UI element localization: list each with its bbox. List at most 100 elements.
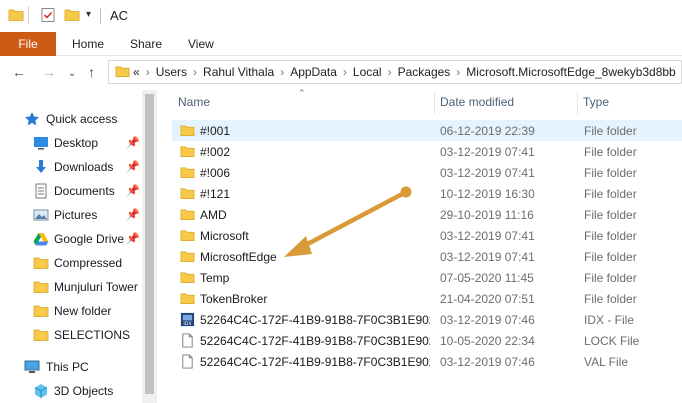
sidebar-item-downloads[interactable]: Downloads 📌 xyxy=(0,156,142,178)
sidebar-item-label: Downloads xyxy=(54,160,114,174)
file-row[interactable]: #!001 06-12-2019 22:39 File folder xyxy=(172,120,682,141)
file-row[interactable]: AMD 29-10-2019 11:16 File folder xyxy=(172,204,682,225)
file-type: File folder xyxy=(584,145,637,159)
file-date-modified: 10-05-2020 22:34 xyxy=(440,334,535,348)
back-arrow-icon[interactable]: ← xyxy=(12,64,26,80)
file-name: Temp xyxy=(200,271,230,285)
folder-icon xyxy=(33,303,49,319)
file-type: File folder xyxy=(584,250,637,264)
new-folder-icon[interactable] xyxy=(64,7,80,26)
column-header-type[interactable]: Type xyxy=(577,88,682,116)
file-row[interactable]: #!006 03-12-2019 07:41 File folder xyxy=(172,162,682,183)
file-row[interactable]: Temp 07-05-2020 11:45 File folder xyxy=(172,267,682,288)
file-name: Microsoft xyxy=(200,229,249,243)
sidebar-item-label: Pictures xyxy=(54,208,98,222)
file-name: #!001 xyxy=(200,124,231,138)
file-name: 52264C4C-172F-41B9-91B8-7F0C3B1E902... xyxy=(200,334,430,348)
breadcrumb-appdata[interactable]: AppData xyxy=(290,65,337,79)
sidebar-item-munjuluri-tower[interactable]: Munjuluri Tower xyxy=(0,276,142,298)
folder-icon xyxy=(180,123,195,138)
breadcrumb-packages[interactable]: Packages xyxy=(398,65,451,79)
file-date-modified: 03-12-2019 07:41 xyxy=(440,145,535,159)
sidebar-item-pictures[interactable]: Pictures 📌 xyxy=(0,204,142,226)
file-row[interactable]: MicrosoftEdge 03-12-2019 07:41 File folder xyxy=(172,246,682,267)
chevron-right-icon[interactable]: › xyxy=(456,65,460,79)
properties-icon[interactable] xyxy=(40,7,56,26)
sidebar-item-3d-objects[interactable]: 3D Objects xyxy=(0,380,142,402)
file-row[interactable]: #!121 10-12-2019 16:30 File folder xyxy=(172,183,682,204)
file-row[interactable]: IDX 52264C4C-172F-41B9-91B8-7F0C3B1E902..… xyxy=(172,309,682,330)
file-row[interactable]: TokenBroker 21-04-2020 07:51 File folder xyxy=(172,288,682,309)
recent-locations-icon[interactable]: ⌄ xyxy=(68,66,76,82)
column-header-name[interactable]: Name xyxy=(172,88,435,116)
sidebar-item-selections[interactable]: SELECTIONS xyxy=(0,324,142,346)
customize-toolbar-icon[interactable]: ▾ xyxy=(86,9,91,20)
file-name: #!006 xyxy=(200,166,231,180)
pin-icon[interactable]: 📌 xyxy=(126,160,140,173)
forward-arrow-icon[interactable]: → xyxy=(42,64,56,80)
idx-file-icon: IDX xyxy=(180,312,195,327)
sidebar-item-desktop[interactable]: Desktop 📌 xyxy=(0,132,142,154)
address-bar[interactable]: « › Users › Rahul Vithala › AppData › Lo… xyxy=(108,60,682,84)
this-pc-icon xyxy=(24,359,40,375)
sidebar-item-label: New folder xyxy=(54,304,112,318)
file-type: File folder xyxy=(584,229,637,243)
sidebar-item-label: This PC xyxy=(46,360,89,374)
file-name: AMD xyxy=(200,208,227,222)
navigation-pane-scrollbar[interactable] xyxy=(142,90,157,403)
folder-icon xyxy=(33,255,49,271)
sidebar-item-label: Quick access xyxy=(46,112,118,126)
tab-home[interactable]: Home xyxy=(72,37,104,51)
tab-share[interactable]: Share xyxy=(130,37,162,51)
tab-file[interactable]: File xyxy=(0,32,56,56)
file-icon xyxy=(180,354,195,369)
file-row[interactable]: 52264C4C-172F-41B9-91B8-7F0C3B1E902... 03… xyxy=(172,351,682,372)
file-row[interactable]: Microsoft 03-12-2019 07:41 File folder xyxy=(172,225,682,246)
sidebar-item-label: SELECTIONS xyxy=(54,328,131,342)
sidebar-item-this-pc[interactable]: This PC xyxy=(0,356,142,378)
breadcrumb-users[interactable]: Users xyxy=(156,65,187,79)
file-row[interactable]: #!002 03-12-2019 07:41 File folder xyxy=(172,141,682,162)
file-name: #!002 xyxy=(200,145,231,159)
tab-view[interactable]: View xyxy=(188,37,214,51)
scrollbar-thumb[interactable] xyxy=(145,94,154,394)
folder-icon xyxy=(180,249,195,264)
chevron-right-icon[interactable]: › xyxy=(343,65,347,79)
pin-icon[interactable]: 📌 xyxy=(126,184,140,197)
column-header-date-modified[interactable]: Date modified xyxy=(434,88,578,116)
file-name: MicrosoftEdge xyxy=(200,250,277,264)
chevron-right-icon[interactable]: › xyxy=(146,65,150,79)
chevron-right-icon[interactable]: › xyxy=(280,65,284,79)
folder-icon xyxy=(180,144,195,159)
chevron-right-icon[interactable]: › xyxy=(388,65,392,79)
pin-icon[interactable]: 📌 xyxy=(126,208,140,221)
title-divider xyxy=(100,8,101,24)
sidebar-item-new-folder[interactable]: New folder xyxy=(0,300,142,322)
sidebar-item-label: Munjuluri Tower xyxy=(54,280,138,294)
folder-icon[interactable] xyxy=(8,7,24,26)
sidebar-item-compressed[interactable]: Compressed xyxy=(0,252,142,274)
sidebar-item-google-drive[interactable]: Google Drive 📌 xyxy=(0,228,142,250)
breadcrumb-edge-package[interactable]: Microsoft.MicrosoftEdge_8wekyb3d8bb xyxy=(466,65,675,79)
sidebar-item-quick-access[interactable]: Quick access xyxy=(0,108,142,130)
pin-icon[interactable]: 📌 xyxy=(126,136,140,149)
pictures-icon xyxy=(33,207,49,223)
file-name: #!121 xyxy=(200,187,231,201)
file-name: 52264C4C-172F-41B9-91B8-7F0C3B1E902... xyxy=(200,313,430,327)
file-name: 52264C4C-172F-41B9-91B8-7F0C3B1E902... xyxy=(200,355,430,369)
folder-icon xyxy=(180,291,195,306)
file-row[interactable]: 52264C4C-172F-41B9-91B8-7F0C3B1E902... 10… xyxy=(172,330,682,351)
breadcrumb-overflow[interactable]: « xyxy=(133,65,140,79)
breadcrumb-local[interactable]: Local xyxy=(353,65,382,79)
ribbon-tabs: File Home Share View xyxy=(0,32,682,56)
chevron-right-icon[interactable]: › xyxy=(193,65,197,79)
breadcrumb-user[interactable]: Rahul Vithala xyxy=(203,65,274,79)
folder-icon xyxy=(180,186,195,201)
sidebar-item-documents[interactable]: Documents 📌 xyxy=(0,180,142,202)
pin-icon[interactable]: 📌 xyxy=(126,232,140,245)
up-arrow-icon[interactable]: ↑ xyxy=(88,64,95,80)
svg-text:IDX: IDX xyxy=(183,321,192,327)
folder-icon xyxy=(180,228,195,243)
file-date-modified: 07-05-2020 11:45 xyxy=(440,271,534,285)
file-type: LOCK File xyxy=(584,334,640,348)
